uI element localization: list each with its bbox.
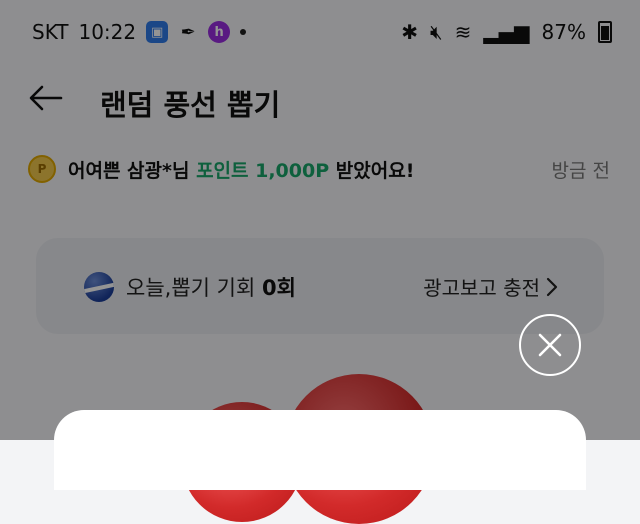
- close-icon: [538, 333, 562, 357]
- close-button[interactable]: [519, 314, 581, 376]
- reward-modal: [54, 410, 586, 490]
